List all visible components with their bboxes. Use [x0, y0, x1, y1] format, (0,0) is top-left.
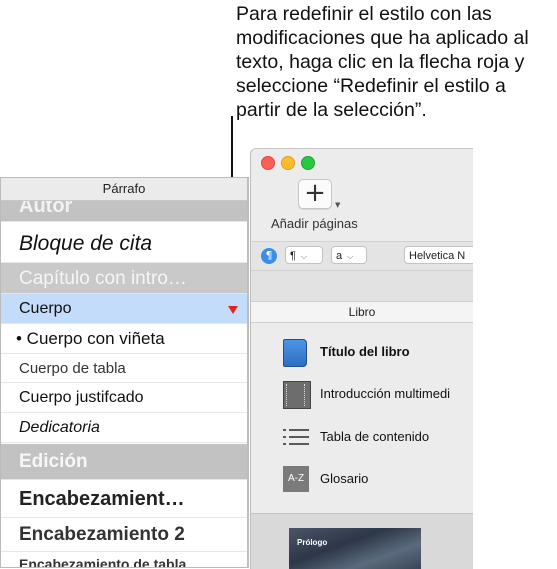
close-window-button[interactable]	[261, 156, 275, 170]
panel-title: Párrafo	[1, 178, 247, 201]
libro-item-label: Tabla de contenido	[320, 429, 430, 444]
callout-line: modificaciones que ha aplicado al	[236, 27, 529, 49]
style-item-encabezamiento[interactable]: Encabezamient…	[1, 480, 247, 518]
callout-line: texto, haga clic en la flecha roja y	[236, 51, 525, 73]
paragraph-styles-panel: Párrafo Autor Bloque de cita Capítulo co…	[0, 177, 249, 568]
style-item-dedicatoria[interactable]: Dedicatoria	[1, 413, 247, 443]
list-icon	[283, 424, 309, 450]
character-style-popup[interactable]: a ⌵	[331, 246, 367, 264]
instruction-callout: Para redefinir el estilo con las modific…	[236, 2, 556, 122]
style-item-encabezamiento-2[interactable]: Encabezamiento 2	[1, 518, 247, 552]
paragraph-icon[interactable]: ¶	[261, 248, 277, 264]
libro-item-label: Introducción multimedi	[320, 386, 451, 401]
format-bar: ¶ ¶ ⌵ a ⌵ Helvetica N	[251, 241, 473, 271]
paragraph-style-value: ¶	[290, 250, 296, 262]
chevron-down-icon[interactable]: ▼	[335, 201, 340, 209]
page-thumbnail-prologo[interactable]: Prólogo	[289, 528, 421, 569]
az-icon: A-Z	[283, 466, 309, 492]
add-pages-label: Añadir páginas	[271, 216, 358, 231]
font-value: Helvetica N	[409, 250, 466, 262]
character-style-value: a	[336, 250, 343, 262]
style-item-cuerpo-de-tabla[interactable]: Cuerpo de tabla	[1, 354, 247, 383]
style-item-encabezamiento-de-tabla[interactable]: Encabezamiento de tabla	[1, 552, 247, 567]
format-subbar	[251, 271, 473, 302]
style-item-bloque-de-cita[interactable]: Bloque de cita	[1, 223, 247, 263]
add-pages-button[interactable]: +	[298, 179, 332, 209]
style-item-cuerpo-con-vineta[interactable]: • Cuerpo con viñeta	[1, 324, 247, 354]
plus-icon: +	[304, 178, 326, 208]
libro-item-label: Glosario	[320, 471, 369, 486]
chevron-down-icon: ⌵	[300, 252, 307, 261]
book-icon	[283, 339, 307, 367]
style-item-edicion[interactable]: Edición	[1, 444, 247, 480]
zoom-window-button[interactable]	[301, 156, 315, 170]
style-item-cuerpo-justificado[interactable]: Cuerpo justifcado	[1, 383, 247, 413]
film-icon	[283, 381, 311, 409]
callout-line: Para redefinir el estilo con las	[236, 3, 492, 25]
libro-item-label: Título del libro	[320, 344, 410, 359]
page-thumbnails: Prólogo	[251, 513, 473, 569]
style-item-capitulo[interactable]: Capítulo con intro…	[1, 263, 247, 294]
thumbnail-label: Prólogo	[297, 538, 328, 547]
paragraph-style-popup[interactable]: ¶ ⌵	[285, 246, 323, 264]
minimize-window-button[interactable]	[281, 156, 295, 170]
callout-line: partir de la selección”.	[236, 99, 427, 121]
libro-header: Libro	[251, 302, 473, 323]
chevron-down-icon: ⌵	[347, 252, 354, 261]
style-item-cuerpo-selected[interactable]: Cuerpo	[1, 294, 247, 324]
redefine-style-arrow-icon[interactable]	[228, 306, 238, 314]
pages-window: + ▼ Añadir páginas ¶ ¶ ⌵ a ⌵ Helvetica N L…	[250, 148, 473, 569]
font-popup[interactable]: Helvetica N	[404, 246, 473, 264]
callout-line: seleccione “Redefinir el estilo a	[236, 75, 506, 97]
